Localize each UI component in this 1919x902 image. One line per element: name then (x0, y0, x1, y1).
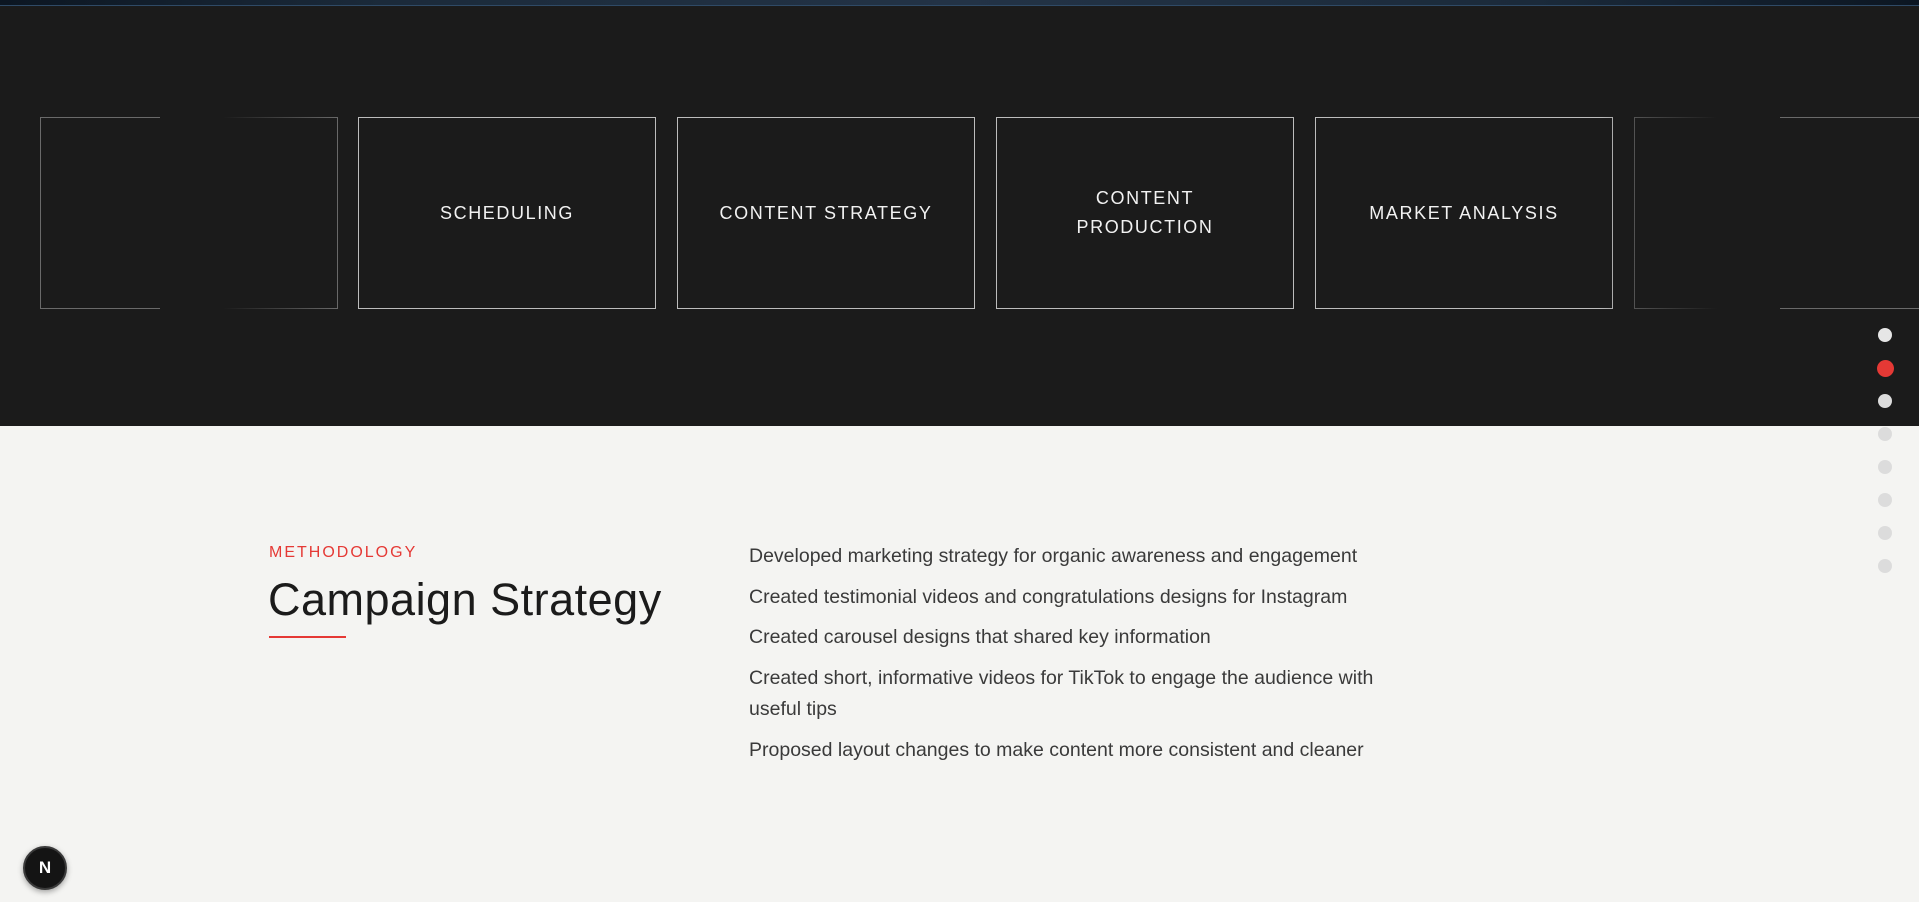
carousel-card-scheduling[interactable]: SCHEDULING (358, 117, 656, 309)
carousel-card-label: CONTENT PRODUCTION (1076, 188, 1214, 237)
carousel-card-content-strategy[interactable]: CONTENT STRATEGY (677, 117, 975, 309)
list-item: Developed marketing strategy for organic… (749, 545, 1358, 567)
carousel-card-label: SCHEDULING (439, 202, 575, 223)
services-carousel-section: SCHEDULING CONTENT STRATEGY CONTENT PROD… (0, 0, 1919, 426)
section-nav-dot[interactable] (1878, 526, 1892, 540)
hero-image-edge (0, 0, 1919, 6)
section-nav-dot[interactable] (1878, 493, 1892, 507)
section-nav-dot[interactable] (1878, 328, 1892, 342)
carousel-card-content-production[interactable]: CONTENT PRODUCTION (996, 117, 1294, 309)
section-nav-dot[interactable] (1878, 427, 1892, 441)
list-item: Created carousel designs that shared key… (749, 626, 1211, 648)
nextjs-logo-icon: N (38, 858, 52, 877)
section-nav-dot[interactable] (1878, 559, 1892, 573)
title-underline (269, 636, 346, 638)
section-nav-dot[interactable] (1878, 460, 1892, 474)
carousel-card-market-analysis[interactable]: MARKET ANALYSIS (1315, 117, 1613, 309)
section-nav-dot[interactable] (1878, 394, 1892, 408)
carousel-card-label: CONTENT STRATEGY (719, 202, 933, 223)
section-nav-dots (1876, 328, 1894, 573)
carousel-fade-left (160, 110, 340, 320)
nextjs-dev-badge[interactable]: N (23, 846, 67, 890)
list-item: Proposed layout changes to make content … (749, 738, 1364, 761)
methodology-list: Developed marketing strategy for organic… (749, 541, 1399, 775)
carousel-fade-right (1600, 110, 1780, 320)
list-item: Created testimonial videos and congratul… (749, 585, 1348, 608)
carousel-card-label: MARKET ANALYSIS (1369, 202, 1559, 223)
list-item: Created short, informative videos for Ti… (749, 666, 1374, 721)
section-nav-dot-active[interactable] (1876, 359, 1894, 377)
section-title: Campaign Strategy (268, 574, 662, 625)
section-eyebrow: METHODOLOGY (269, 544, 418, 561)
